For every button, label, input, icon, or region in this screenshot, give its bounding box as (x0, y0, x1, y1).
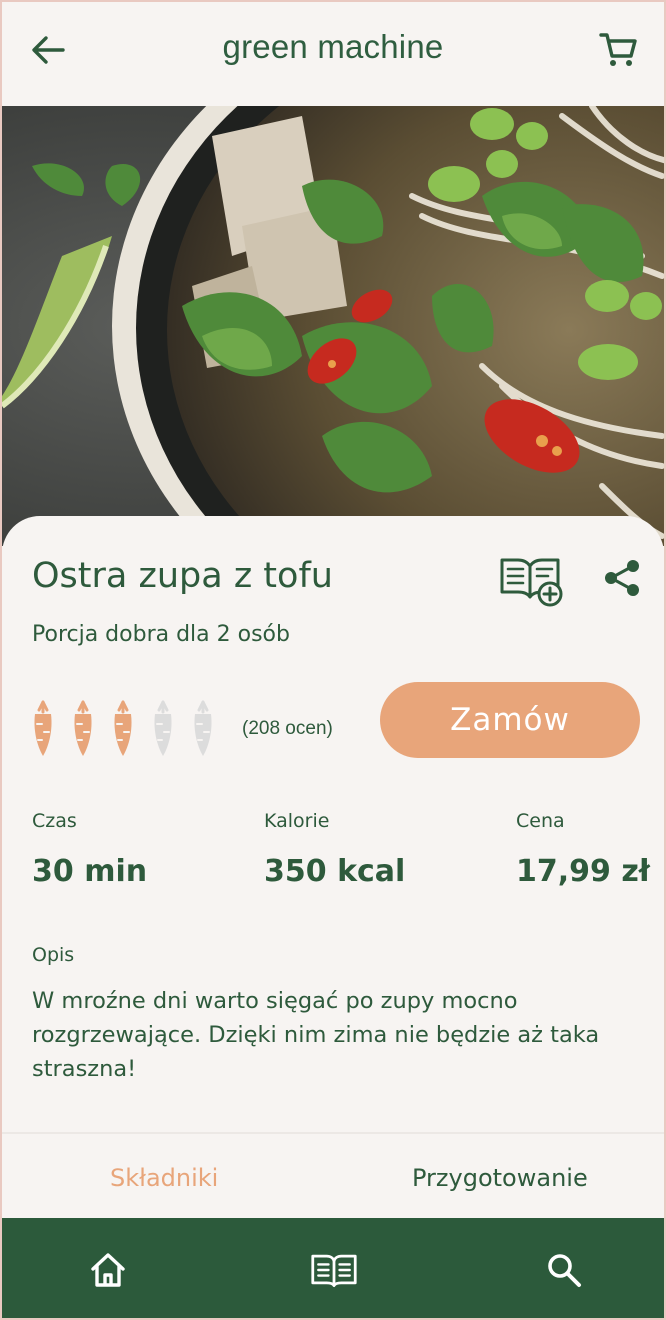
recipe-tabs: Składniki Przygotowanie (2, 1132, 664, 1220)
nav-home-button[interactable] (84, 1246, 132, 1294)
add-to-cookbook-button[interactable] (498, 552, 568, 608)
cart-button[interactable] (596, 28, 640, 72)
search-icon (548, 1254, 581, 1287)
carrot-rating-icon[interactable] (110, 700, 136, 758)
stat-time-label: Czas (32, 810, 77, 832)
stat-calories-value: 350 kcal (264, 854, 406, 889)
nav-search-button[interactable] (540, 1246, 588, 1294)
carrot-rating-icon[interactable] (30, 700, 56, 758)
carrot-rating-icon[interactable] (190, 700, 216, 758)
app-title: green machine (222, 28, 444, 65)
portion-info: Porcja dobra dla 2 osób (32, 622, 290, 647)
recipe-book-icon (311, 1254, 357, 1288)
nav-recipes-button[interactable] (310, 1246, 358, 1294)
rating-count: (208 ocen) (242, 718, 333, 739)
share-button[interactable] (602, 558, 646, 602)
carrot-rating-icon[interactable] (70, 700, 96, 758)
description-label: Opis (32, 944, 75, 966)
stat-calories-label: Kalorie (264, 810, 330, 832)
order-button[interactable]: Zamów (380, 682, 640, 758)
bottom-navigation (2, 1218, 664, 1318)
book-plus-icon (500, 558, 563, 607)
app-screen: green machine Ostra zupa z tofu Porcja d… (0, 0, 666, 1320)
tab-ingredients[interactable]: Składniki (110, 1164, 218, 1192)
share-icon (605, 560, 639, 596)
recipe-title: Ostra zupa z tofu (32, 556, 333, 596)
soup-photo (2, 106, 664, 546)
carrot-rating[interactable] (30, 700, 216, 758)
carrot-rating-icon[interactable] (150, 700, 176, 758)
home-icon (91, 1253, 125, 1287)
stat-price-label: Cena (516, 810, 565, 832)
recipe-details-card: Ostra zupa z tofu Porcja dobra dla 2 osó… (2, 516, 664, 1136)
stat-time-value: 30 min (32, 854, 148, 889)
description-text: W mroźne dni warto sięgać po zupy mocno … (32, 988, 600, 1082)
cart-icon (599, 33, 637, 66)
recipe-hero-image (2, 106, 664, 546)
stat-price-value: 17,99 zł (516, 854, 650, 889)
tab-preparation[interactable]: Przygotowanie (412, 1164, 588, 1192)
top-bar: green machine (2, 2, 664, 106)
